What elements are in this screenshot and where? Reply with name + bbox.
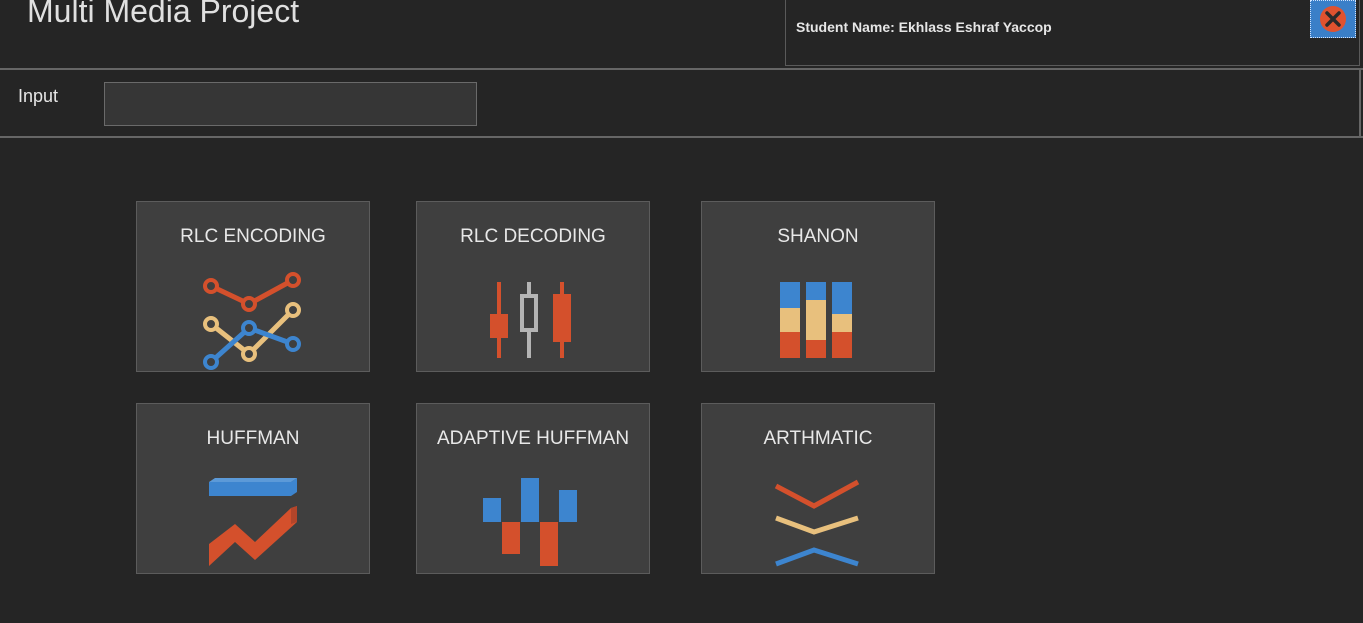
input-field[interactable] bbox=[104, 82, 477, 126]
line-chart-icon bbox=[203, 272, 301, 370]
shanon-button[interactable]: SHANON bbox=[701, 201, 935, 372]
tile-label: ADAPTIVE HUFFMAN bbox=[436, 428, 630, 449]
tile-label: RLC ENCODING bbox=[180, 226, 326, 247]
close-button[interactable] bbox=[1310, 0, 1356, 38]
rlc-decoding-button[interactable]: RLC DECODING bbox=[416, 201, 650, 372]
stacked-bar-chart-icon bbox=[780, 282, 852, 358]
app-title: Multi Media Project bbox=[27, 0, 300, 29]
input-label: Input bbox=[18, 86, 59, 106]
arthmatic-button[interactable]: ARTHMATIC bbox=[701, 403, 935, 574]
tile-label: SHANON bbox=[777, 226, 859, 247]
main-window: Multi Media Project Student Name: Ekhlas… bbox=[0, 0, 1363, 623]
tile-label: ARTHMATIC bbox=[763, 428, 873, 449]
input-panel-divider bbox=[0, 136, 1363, 138]
close-circle-icon bbox=[1320, 6, 1346, 32]
tile-label: HUFFMAN bbox=[206, 428, 300, 449]
3d-area-chart-icon bbox=[209, 478, 297, 566]
candlestick-chart-icon bbox=[490, 282, 571, 358]
tile-label: RLC DECODING bbox=[460, 226, 606, 247]
header-divider bbox=[0, 68, 1363, 70]
chevron-lines-icon bbox=[774, 479, 860, 567]
input-panel-right-border bbox=[1359, 70, 1361, 136]
waterfall-chart-icon bbox=[483, 478, 577, 566]
adaptive-huffman-button[interactable]: ADAPTIVE HUFFMAN bbox=[416, 403, 650, 574]
rlc-encoding-button[interactable]: RLC ENCODING bbox=[136, 201, 370, 372]
student-name-label: Student Name: Ekhlass Eshraf Yaccop bbox=[796, 19, 1052, 35]
huffman-button[interactable]: HUFFMAN bbox=[136, 403, 370, 574]
student-info-panel: Student Name: Ekhlass Eshraf Yaccop bbox=[785, 0, 1360, 66]
